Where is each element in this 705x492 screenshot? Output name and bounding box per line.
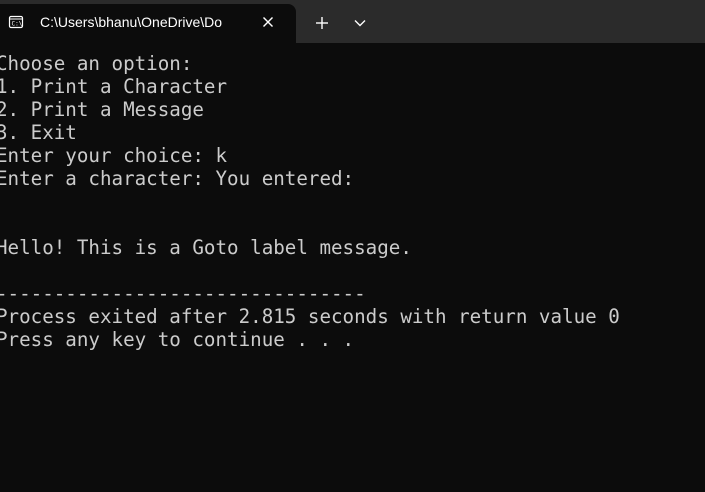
chevron-down-icon xyxy=(354,20,366,27)
terminal-tab[interactable]: C:\ C:\Users\bhanu\OneDrive\Do xyxy=(0,4,296,43)
title-bar: C:\ C:\Users\bhanu\OneDrive\Do xyxy=(0,0,705,43)
terminal-window: C:\ C:\Users\bhanu\OneDrive\Do Choose an… xyxy=(0,0,705,492)
tab-dropdown-button[interactable] xyxy=(344,8,376,38)
console-line: Choose an option: xyxy=(0,52,193,75)
new-tab-button[interactable] xyxy=(306,8,338,38)
console-line: 2. Print a Message xyxy=(0,98,204,121)
console-line: Enter a character: You entered: xyxy=(0,167,355,190)
console-line: Enter your choice: k xyxy=(0,144,228,167)
terminal-icon: C:\ xyxy=(8,15,24,29)
console-line: Process exited after 2.815 seconds with … xyxy=(0,305,620,328)
close-icon[interactable] xyxy=(260,14,276,30)
tab-title: C:\Users\bhanu\OneDrive\Do xyxy=(40,14,223,30)
plus-icon xyxy=(316,17,328,29)
console-line: Press any key to continue . . . xyxy=(0,328,355,351)
separator-line: -------------------------------- xyxy=(0,282,366,305)
console-line: 1. Print a Character xyxy=(0,75,228,98)
svg-text:C:\: C:\ xyxy=(12,21,23,28)
console-line: Hello! This is a Goto label message. xyxy=(0,236,412,259)
console-line: 3. Exit xyxy=(0,121,77,144)
console-output[interactable]: Choose an option: 1. Print a Character 2… xyxy=(0,50,705,492)
